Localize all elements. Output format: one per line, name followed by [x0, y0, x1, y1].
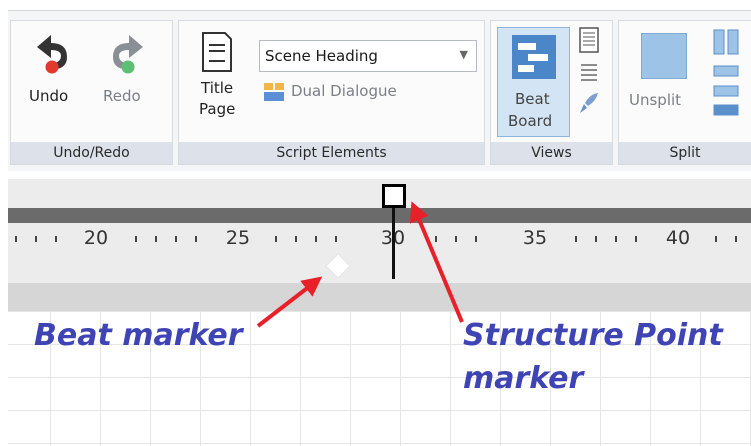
- structure-point-marker[interactable]: [382, 184, 406, 208]
- title-page-label-line1: Title: [201, 79, 234, 97]
- beat-board-icon: [512, 35, 556, 79]
- structure-point-annotation-line2: marker: [463, 361, 584, 396]
- page-view-icon[interactable]: [579, 27, 599, 53]
- ruler-tick: [295, 236, 297, 242]
- undo-button[interactable]: Undo: [17, 29, 89, 129]
- ruler-tick: [455, 236, 457, 242]
- split-group: Unsplit Split: [618, 20, 751, 165]
- unsplit-button[interactable]: Unsplit: [625, 29, 703, 139]
- beat-strip: [8, 283, 751, 311]
- redo-label: Redo: [103, 87, 141, 105]
- ruler-label: 40: [662, 227, 694, 249]
- ruler-label: 25: [222, 227, 254, 249]
- ruler-label: 20: [80, 227, 112, 249]
- title-page-button[interactable]: Title Page: [185, 29, 249, 139]
- title-page-label-line2: Page: [199, 100, 236, 118]
- script-elements-group-label: Script Elements: [179, 142, 484, 164]
- views-group-label: Views: [491, 142, 612, 164]
- beat-board-button[interactable]: Beat Board: [497, 27, 570, 137]
- script-elements-group: Title Page Scene Heading ▼ Dual Dialogue…: [178, 20, 485, 165]
- ribbon-toolbar: Undo Redo Undo/Redo Title Page Scene Hea…: [8, 10, 751, 171]
- redo-icon: [113, 35, 143, 74]
- beat-marker-annotation: Beat marker: [34, 318, 243, 353]
- ruler-tick: [575, 236, 577, 242]
- ruler-tick: [435, 236, 437, 242]
- ruler-tick: [55, 236, 57, 242]
- ruler-tick: [595, 236, 597, 242]
- structure-point-line: [392, 207, 395, 279]
- split-group-label: Split: [619, 142, 751, 164]
- ruler-tick: [315, 236, 317, 242]
- undo-redo-group: Undo Redo Undo/Redo: [10, 20, 173, 165]
- ruler-tick: [275, 236, 277, 242]
- beat-board-label-line1: Beat: [515, 90, 550, 108]
- unsplit-icon: [641, 33, 687, 79]
- script-element-select-value: Scene Heading: [265, 47, 378, 65]
- ruler-tick: [615, 236, 617, 242]
- speed-draft-rocket-icon[interactable]: [578, 91, 600, 115]
- split-horizontal-icon[interactable]: [713, 65, 739, 117]
- ruler-label: 35: [519, 227, 551, 249]
- ruler-tick: [475, 236, 477, 242]
- ruler-tick: [15, 236, 17, 242]
- undo-redo-group-label: Undo/Redo: [11, 142, 172, 164]
- dual-dialogue-button[interactable]: Dual Dialogue: [261, 79, 461, 105]
- ruler-tick: [175, 236, 177, 242]
- split-vertical-icon[interactable]: [713, 29, 739, 55]
- ruler-tick: [195, 236, 197, 242]
- undo-icon: [37, 35, 67, 74]
- structure-point-annotation-line1: Structure Point: [463, 318, 723, 353]
- redo-button[interactable]: Redo: [93, 29, 165, 129]
- dual-dialogue-label: Dual Dialogue: [291, 82, 397, 100]
- script-element-select[interactable]: Scene Heading ▼: [259, 40, 477, 72]
- structure-ruler: 20 25 30 35 40: [8, 179, 751, 311]
- ruler-tick: [35, 236, 37, 242]
- structure-bar: [8, 208, 751, 223]
- beat-board-label-line2: Board: [508, 112, 553, 130]
- normal-view-icon[interactable]: [579, 61, 599, 85]
- views-group: Beat Board Views: [490, 20, 613, 165]
- chevron-down-icon: ▼: [459, 48, 468, 61]
- ruler-tick: [735, 236, 737, 242]
- undo-label: Undo: [29, 87, 69, 105]
- beat-marker[interactable]: [325, 253, 351, 279]
- dual-dialogue-icon: [264, 83, 284, 101]
- ruler-tick: [155, 236, 157, 242]
- ruler-tick: [715, 236, 717, 242]
- ruler-tick: [635, 236, 637, 242]
- ruler-tick: [335, 236, 337, 242]
- unsplit-label: Unsplit: [629, 91, 682, 109]
- ruler-tick: [135, 236, 137, 242]
- title-page-icon: [202, 32, 232, 72]
